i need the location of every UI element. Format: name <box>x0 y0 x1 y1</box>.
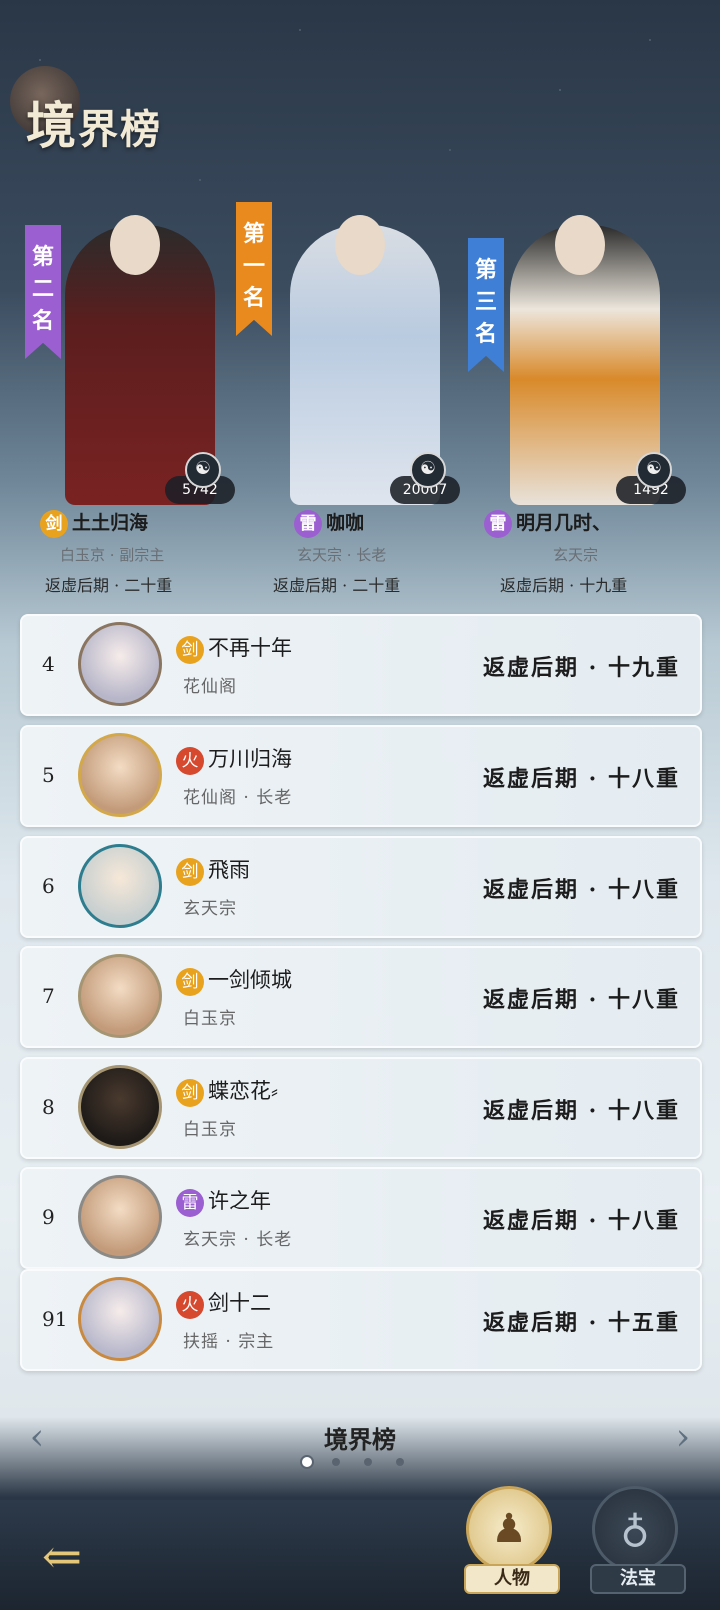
sect-label: 白玉京 <box>183 1009 237 1029</box>
avatar[interactable] <box>78 954 162 1038</box>
ranking-row[interactable]: 6 剑飛雨 玄天宗 返虚后期 · 十八重 <box>20 836 702 938</box>
character-head <box>335 215 385 275</box>
sect-label: 扶摇 · 宗主 <box>183 1332 275 1352</box>
player-name: 剑一剑倾城 <box>176 964 292 996</box>
rank-banner-second: 第二名 <box>25 225 61 359</box>
gourd-icon: ♁ <box>592 1486 678 1572</box>
player-name: 火剑十二 <box>176 1287 271 1319</box>
avatar[interactable] <box>78 1065 162 1149</box>
podium-second-name[interactable]: 剑土土归海 <box>40 508 148 538</box>
podium-third-realm: 返虚后期 · 十九重 <box>500 576 628 595</box>
fans-count-third[interactable]: ☯ 1492 <box>616 452 686 504</box>
rank-number: 8 <box>42 1095 55 1119</box>
realm-label: 返虚后期 · 十八重 <box>483 766 680 792</box>
tab-treasure[interactable]: ♁ 法宝 <box>590 1486 686 1606</box>
sword-element-badge: 剑 <box>176 967 204 996</box>
realm-label: 返虚后期 · 十五重 <box>483 1310 680 1336</box>
ranking-row-self[interactable]: 91 火剑十二 扶摇 · 宗主 返虚后期 · 十五重 <box>20 1269 702 1371</box>
ranking-row[interactable]: 7 剑一剑倾城 白玉京 返虚后期 · 十八重 <box>20 946 702 1048</box>
page-dot-active[interactable] <box>300 1455 314 1469</box>
sword-element-badge: 剑 <box>176 1078 204 1107</box>
next-page-arrow-icon[interactable]: › <box>668 1418 698 1458</box>
avatar[interactable] <box>78 1277 162 1361</box>
rank-number: 9 <box>42 1205 55 1229</box>
podium-third-name[interactable]: 雷明月几时、 <box>484 508 611 538</box>
rank-banner-third: 第三名 <box>468 238 504 372</box>
podium-first-sect: 玄天宗 · 长老 <box>297 546 387 564</box>
character-head <box>555 215 605 275</box>
sect-label: 玄天宗 · 长老 <box>183 1230 293 1250</box>
avatar[interactable] <box>78 1175 162 1259</box>
avatar[interactable] <box>78 844 162 928</box>
rank-number: 4 <box>42 652 55 676</box>
sect-label: 花仙阁 <box>183 677 237 697</box>
player-name: 雷许之年 <box>176 1185 271 1217</box>
page-dot[interactable] <box>396 1458 404 1466</box>
tab-treasure-label: 法宝 <box>590 1564 686 1594</box>
fan-icon: ☯ <box>636 452 672 488</box>
sword-element-badge: 剑 <box>176 635 204 664</box>
fans-count-first[interactable]: ☯ 20007 <box>390 452 460 504</box>
realm-label: 返虚后期 · 十八重 <box>483 987 680 1013</box>
realm-label: 返虚后期 · 十八重 <box>483 877 680 903</box>
tab-person[interactable]: ♟ 人物 <box>464 1486 560 1606</box>
thunder-element-badge: 雷 <box>484 510 512 538</box>
rank-number: 7 <box>42 984 55 1008</box>
fans-count-second[interactable]: ☯ 5742 <box>165 452 235 504</box>
player-name: 剑飛雨 <box>176 854 250 886</box>
podium-first-realm: 返虚后期 · 二十重 <box>273 576 401 595</box>
fire-element-badge: 火 <box>176 1290 204 1319</box>
tab-person-label: 人物 <box>464 1564 560 1594</box>
ranking-title: 境界榜 <box>324 1425 396 1454</box>
page-dot[interactable] <box>364 1458 372 1466</box>
thunder-element-badge: 雷 <box>294 510 322 538</box>
podium-first-name[interactable]: 雷咖咖 <box>294 508 364 538</box>
player-name: 剑蝶恋花⸗ <box>176 1075 278 1107</box>
podium-second-realm: 返虚后期 · 二十重 <box>45 576 173 595</box>
avatar[interactable] <box>78 733 162 817</box>
rank-number: 6 <box>42 874 55 898</box>
rank-banner-first: 第一名 <box>236 202 272 336</box>
page-dot[interactable] <box>332 1458 340 1466</box>
sect-label: 白玉京 <box>183 1120 237 1140</box>
avatar[interactable] <box>78 622 162 706</box>
fan-icon: ☯ <box>185 452 221 488</box>
fan-icon: ☯ <box>410 452 446 488</box>
ranking-row[interactable]: 8 剑蝶恋花⸗ 白玉京 返虚后期 · 十八重 <box>20 1057 702 1159</box>
player-name: 火万川归海 <box>176 743 292 775</box>
fire-element-badge: 火 <box>176 746 204 775</box>
realm-label: 返虚后期 · 十八重 <box>483 1098 680 1124</box>
podium-third-sect: 玄天宗 <box>553 546 599 564</box>
person-icon: ♟ <box>466 1486 552 1572</box>
realm-label: 返虚后期 · 十八重 <box>483 1208 680 1234</box>
back-arrow-icon[interactable]: ⇐ <box>30 1525 94 1589</box>
podium-second-sect: 白玉京 · 副宗主 <box>60 546 165 564</box>
sword-element-badge: 剑 <box>40 510 68 538</box>
player-name: 剑不再十年 <box>176 632 292 664</box>
sword-element-badge: 剑 <box>176 857 204 886</box>
page-title: 境界榜 <box>26 96 162 155</box>
rank-number: 5 <box>42 763 55 787</box>
ranking-row[interactable]: 9 雷许之年 玄天宗 · 长老 返虚后期 · 十八重 <box>20 1167 702 1269</box>
realm-label: 返虚后期 · 十九重 <box>483 655 680 681</box>
sect-label: 花仙阁 · 长老 <box>183 788 293 808</box>
character-head <box>110 215 160 275</box>
thunder-element-badge: 雷 <box>176 1188 204 1217</box>
rank-number: 91 <box>42 1307 68 1331</box>
ranking-row[interactable]: 5 火万川归海 花仙阁 · 长老 返虚后期 · 十八重 <box>20 725 702 827</box>
ranking-row[interactable]: 4 剑不再十年 花仙阁 返虚后期 · 十九重 <box>20 614 702 716</box>
sect-label: 玄天宗 <box>183 899 237 919</box>
